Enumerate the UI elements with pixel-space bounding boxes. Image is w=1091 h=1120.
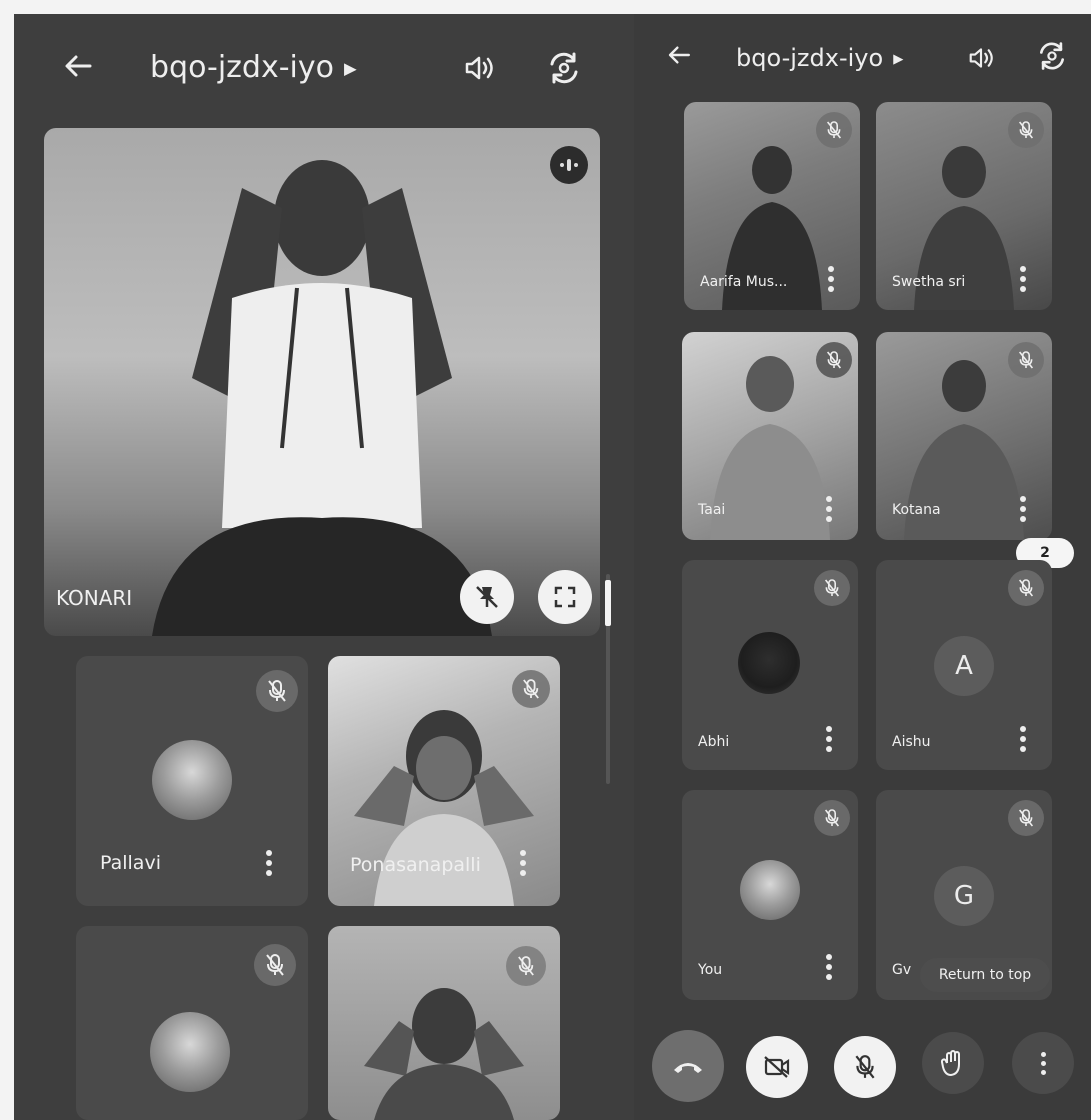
participant-name: Swetha sri <box>892 274 966 290</box>
speaker-icon[interactable] <box>464 54 494 86</box>
dropdown-triangle-icon: ▶ <box>343 59 357 78</box>
mic-off-icon <box>1008 342 1044 378</box>
videocam-off-icon <box>764 1056 790 1078</box>
mic-off-icon <box>816 342 852 378</box>
participant-tile[interactable]: A Aishu <box>876 560 1052 770</box>
participant-tile[interactable]: Swetha sri <box>876 102 1052 310</box>
mic-off-icon <box>256 670 298 712</box>
more-options-icon[interactable] <box>826 726 832 752</box>
more-options-button[interactable] <box>1012 1032 1074 1094</box>
participant-name: Aarifa Mus... <box>700 274 788 290</box>
switch-camera-icon[interactable] <box>546 50 582 90</box>
photo-frame: bqo-jzdx-iyo ▶ KONARI Pallavi Ponasanapa… <box>14 14 1091 1120</box>
participant-name: KONARI <box>56 586 133 610</box>
mic-off-icon <box>816 112 852 148</box>
return-to-top-button[interactable]: Return to top <box>920 958 1050 992</box>
meeting-code: bqo-jzdx-iyo <box>736 44 884 72</box>
speaker-icon[interactable] <box>968 46 994 74</box>
pin-off-icon <box>476 586 498 608</box>
participant-tile[interactable]: Ponasanapalli <box>328 656 560 906</box>
mic-off-icon <box>1008 570 1044 606</box>
unpin-button[interactable] <box>460 570 514 624</box>
participant-name: Kotana <box>892 502 941 518</box>
avatar <box>152 740 232 820</box>
mic-off-icon <box>254 944 296 986</box>
raise-hand-button[interactable] <box>922 1032 984 1094</box>
more-options-icon[interactable] <box>1020 266 1026 292</box>
avatar: A <box>934 636 994 696</box>
more-options-icon[interactable] <box>826 496 832 522</box>
mic-off-icon <box>855 1055 875 1079</box>
more-options-icon[interactable] <box>520 850 526 876</box>
back-arrow-icon[interactable] <box>666 42 692 73</box>
mic-off-icon <box>814 800 850 836</box>
mic-off-icon <box>512 670 550 708</box>
participant-tile[interactable]: Kotana <box>876 332 1052 540</box>
avatar: G <box>934 866 994 926</box>
participant-tile[interactable]: Taai <box>682 332 858 540</box>
featured-participant-tile[interactable]: KONARI <box>44 128 600 636</box>
scrollbar-thumb[interactable] <box>605 580 611 626</box>
hand-icon <box>941 1050 960 1076</box>
mic-off-icon <box>814 570 850 606</box>
fullscreen-icon <box>554 586 576 608</box>
participant-name: Taai <box>698 502 726 518</box>
right-phone-screen: bqo-jzdx-iyo ▶ Aarifa Mus... Swetha sri … <box>634 14 1091 1120</box>
participant-video <box>344 966 544 1120</box>
participant-tile[interactable] <box>328 926 560 1120</box>
participant-name: Abhi <box>698 734 730 750</box>
left-phone-screen: bqo-jzdx-iyo ▶ KONARI Pallavi Ponasanapa… <box>14 14 634 1120</box>
phone-hangup-icon <box>674 1063 702 1073</box>
participant-name: Pallavi <box>100 852 161 874</box>
spotlight-icon[interactable] <box>550 146 588 184</box>
participant-tile[interactable]: You <box>682 790 858 1000</box>
participant-name: Aishu <box>892 734 931 750</box>
participant-tile[interactable]: Aarifa Mus... <box>684 102 860 310</box>
participant-name: Gv <box>892 962 912 978</box>
meeting-code-button[interactable]: bqo-jzdx-iyo ▶ <box>736 44 903 72</box>
more-options-icon[interactable] <box>1020 496 1026 522</box>
camera-toggle-button[interactable] <box>746 1036 808 1098</box>
dropdown-triangle-icon: ▶ <box>893 51 904 67</box>
more-options-icon[interactable] <box>266 850 272 876</box>
back-arrow-icon[interactable] <box>62 50 94 87</box>
more-vert-icon <box>1040 1051 1046 1075</box>
avatar <box>740 860 800 920</box>
top-bar: bqo-jzdx-iyo ▶ <box>14 14 634 114</box>
meeting-code: bqo-jzdx-iyo <box>150 50 334 85</box>
mic-off-icon <box>506 946 546 986</box>
participant-tile[interactable]: Abhi <box>682 560 858 770</box>
switch-camera-icon[interactable] <box>1036 40 1068 76</box>
participant-tile[interactable]: Pallavi <box>76 656 308 906</box>
top-bar: bqo-jzdx-iyo ▶ <box>634 14 1091 114</box>
mic-off-icon <box>1008 800 1044 836</box>
participant-video <box>132 148 512 636</box>
avatar <box>738 632 800 694</box>
more-options-icon[interactable] <box>1020 726 1026 752</box>
participant-name: Ponasanapalli <box>350 854 481 876</box>
mic-toggle-button[interactable] <box>834 1036 896 1098</box>
more-options-icon[interactable] <box>828 266 834 292</box>
participant-tile[interactable] <box>76 926 308 1120</box>
participant-name: You <box>698 962 723 978</box>
more-options-icon[interactable] <box>826 954 832 980</box>
avatar <box>150 1012 230 1092</box>
meeting-code-button[interactable]: bqo-jzdx-iyo ▶ <box>150 50 357 85</box>
end-call-button[interactable] <box>652 1030 724 1102</box>
fullscreen-button[interactable] <box>538 570 592 624</box>
mic-off-icon <box>1008 112 1044 148</box>
